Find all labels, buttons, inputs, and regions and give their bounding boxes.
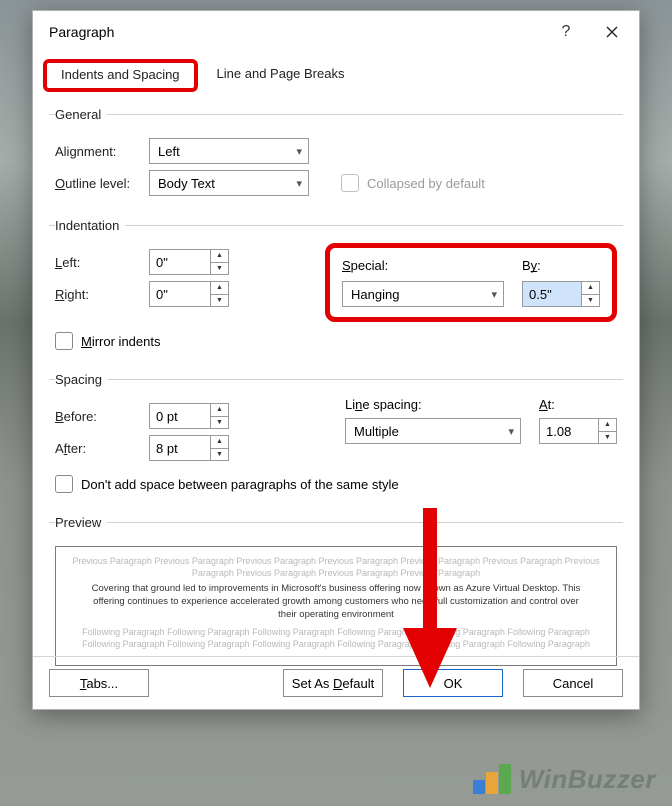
spin-up-icon: ▲	[211, 436, 228, 449]
ok-button[interactable]: OK	[403, 669, 503, 697]
dialog-title: Paragraph	[49, 24, 543, 40]
by-spinner[interactable]: 0.5" ▲▼	[522, 281, 600, 307]
checkbox-icon	[341, 174, 359, 192]
outline-select[interactable]: Body Text ▾	[149, 170, 309, 196]
spin-up-icon: ▲	[599, 419, 616, 432]
alignment-select[interactable]: Left ▾	[149, 138, 309, 164]
left-label: Left:	[55, 255, 141, 270]
line-spacing-label: Line spacing:	[345, 397, 521, 412]
spin-up-icon: ▲	[211, 250, 228, 263]
chevron-down-icon: ▾	[508, 425, 514, 438]
before-label: Before:	[55, 409, 141, 424]
outline-label: Outline level:	[55, 176, 141, 191]
close-icon	[606, 26, 618, 38]
alignment-label: Alignment:	[55, 144, 141, 159]
preview-box: Previous Paragraph Previous Paragraph Pr…	[55, 546, 617, 666]
cancel-button[interactable]: Cancel	[523, 669, 623, 697]
button-bar: Tabs... Set As Default OK Cancel	[33, 656, 639, 709]
dialog-body: General Alignment: Left ▾ Outline level:…	[33, 93, 639, 684]
tab-indents-spacing[interactable]: Indents and Spacing	[43, 59, 198, 92]
after-spinner[interactable]: 8 pt ▲▼	[149, 435, 229, 461]
special-label: Special:	[342, 258, 504, 273]
tabs-button[interactable]: Tabs...	[49, 669, 149, 697]
spacing-legend: Spacing	[55, 372, 108, 387]
preview-previous: Previous Paragraph Previous Paragraph Pr…	[68, 555, 604, 579]
spin-down-icon: ▼	[582, 295, 599, 307]
right-spinner[interactable]: 0" ▲▼	[149, 281, 229, 307]
chevron-down-icon: ▾	[296, 145, 302, 158]
spin-up-icon: ▲	[211, 282, 228, 295]
watermark: WinBuzzer	[473, 762, 656, 796]
spin-down-icon: ▼	[211, 417, 228, 429]
dont-add-space-checkbox[interactable]: Don't add space between paragraphs of th…	[55, 475, 399, 493]
chevron-down-icon: ▾	[491, 288, 497, 301]
by-label: By:	[522, 258, 600, 273]
tab-page-breaks[interactable]: Line and Page Breaks	[202, 59, 360, 92]
indentation-legend: Indentation	[55, 218, 125, 233]
spin-down-icon: ▼	[211, 295, 228, 307]
spin-down-icon: ▼	[211, 449, 228, 461]
line-spacing-select[interactable]: Multiple ▾	[345, 418, 521, 444]
checkbox-icon	[55, 475, 73, 493]
after-label: After:	[55, 441, 141, 456]
chevron-down-icon: ▾	[296, 177, 302, 190]
section-general: General Alignment: Left ▾ Outline level:…	[49, 107, 623, 208]
spin-down-icon: ▼	[599, 432, 616, 444]
close-button[interactable]	[589, 15, 635, 49]
special-select[interactable]: Hanging ▾	[342, 281, 504, 307]
preview-current: Covering that ground led to improvements…	[84, 583, 588, 621]
at-label: At:	[539, 397, 617, 412]
special-highlight: Special: By: Hanging ▾ 0.5" ▲▼	[325, 243, 617, 322]
mirror-checkbox[interactable]: Mirror indents	[55, 332, 160, 350]
section-spacing: Spacing Before: 0 pt ▲▼ After: 8 pt	[49, 372, 623, 505]
spin-down-icon: ▼	[211, 263, 228, 275]
paragraph-dialog: Paragraph ? Indents and Spacing Line and…	[32, 10, 640, 710]
preview-following: Following Paragraph Following Paragraph …	[68, 626, 604, 650]
set-default-button[interactable]: Set As Default	[283, 669, 383, 697]
help-button[interactable]: ?	[543, 15, 589, 49]
left-spinner[interactable]: 0" ▲▼	[149, 249, 229, 275]
section-indentation: Indentation Left: 0" ▲▼ Right: 0"	[49, 218, 623, 362]
spin-up-icon: ▲	[211, 404, 228, 417]
at-spinner[interactable]: 1.08 ▲▼	[539, 418, 617, 444]
tab-strip: Indents and Spacing Line and Page Breaks	[33, 53, 639, 93]
checkbox-icon	[55, 332, 73, 350]
before-spinner[interactable]: 0 pt ▲▼	[149, 403, 229, 429]
general-legend: General	[55, 107, 107, 122]
section-preview: Preview Previous Paragraph Previous Para…	[49, 515, 623, 672]
winbuzzer-logo-icon	[473, 762, 513, 796]
collapsed-checkbox: Collapsed by default	[341, 174, 485, 192]
spin-up-icon: ▲	[582, 282, 599, 295]
titlebar: Paragraph ?	[33, 11, 639, 53]
right-label: Right:	[55, 287, 141, 302]
preview-legend: Preview	[55, 515, 107, 530]
